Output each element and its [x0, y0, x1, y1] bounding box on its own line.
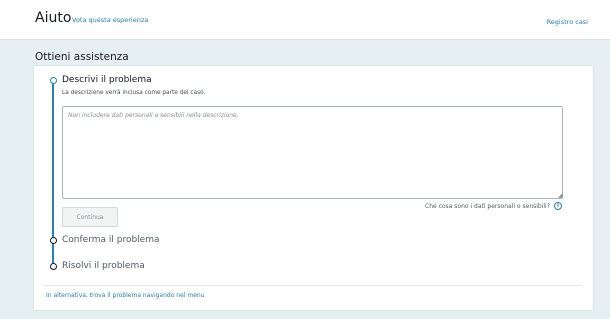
- step-2-title: Conferma il problema: [62, 235, 160, 245]
- top-header: Aiuto Vota questa esperienza Registro ca…: [0, 0, 610, 40]
- personal-data-help-link[interactable]: Che cosa sono i dati personali o sensibi…: [425, 203, 550, 210]
- app-title: Aiuto: [35, 10, 72, 26]
- case-log-link[interactable]: Registro casi: [547, 18, 588, 26]
- step-3-indicator: [50, 263, 57, 270]
- problem-description-input[interactable]: [62, 106, 563, 199]
- continue-button[interactable]: Continua: [62, 207, 118, 227]
- step-1-indicator: [50, 77, 57, 84]
- step-2-indicator: [50, 237, 57, 244]
- step-3-title: Risolvi il problema: [62, 261, 145, 271]
- step-1-description: La descrizione verrà inclusa come parte …: [62, 90, 206, 96]
- browse-menu-link[interactable]: In alternativa, trova il problema naviga…: [46, 292, 205, 299]
- rate-experience-link[interactable]: Vota questa esperienza: [72, 16, 148, 24]
- support-card: Descrivi il problema La descrizione verr…: [34, 66, 593, 310]
- info-icon[interactable]: i: [554, 202, 562, 210]
- resize-handle-icon[interactable]: ◢: [558, 193, 563, 199]
- page-title: Ottieni assistenza: [35, 51, 129, 63]
- step-1-title: Descrivi il problema: [62, 75, 152, 85]
- divider: [44, 285, 582, 286]
